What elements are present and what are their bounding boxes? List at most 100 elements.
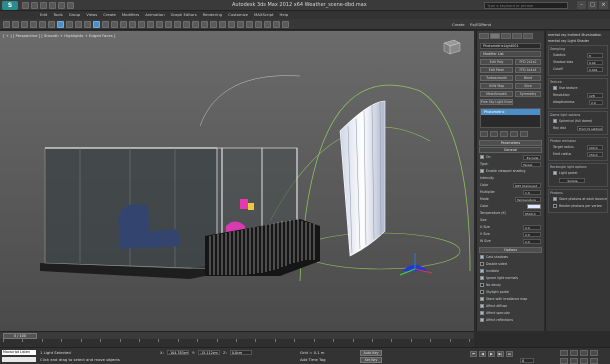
undo-icon[interactable] <box>49 2 56 9</box>
motion-tab-icon[interactable] <box>512 33 522 39</box>
option-checkbox[interactable] <box>480 318 484 322</box>
field-of-view-icon[interactable] <box>560 358 568 364</box>
wsize-spinner[interactable]: 2.0 <box>523 238 541 244</box>
render-preset-button[interactable]: Fix/EDRend <box>470 21 491 28</box>
menu-views[interactable]: Views <box>86 11 97 19</box>
percent-snap-icon[interactable] <box>174 21 181 28</box>
select-by-name-icon[interactable] <box>66 21 73 28</box>
side-panel-title[interactable]: mental ray Indirect Illumination <box>548 33 608 37</box>
configure-sets-icon[interactable] <box>520 131 528 137</box>
subdivs-spinner[interactable]: 8 <box>587 52 603 58</box>
menu-rendering[interactable]: Rendering <box>203 11 222 19</box>
display-tab-icon[interactable] <box>523 33 533 39</box>
unlink-icon[interactable] <box>30 21 37 28</box>
search-input[interactable]: Type a keyword or phrase <box>484 2 568 9</box>
resolution-spinner[interactable]: 128 <box>587 92 603 98</box>
new-file-icon[interactable] <box>22 2 29 9</box>
modify-tab-icon[interactable] <box>490 33 500 39</box>
option-checkbox[interactable] <box>480 262 484 266</box>
select-scale-icon[interactable] <box>111 21 118 28</box>
select-rotate-icon[interactable] <box>102 21 109 28</box>
option-checkbox[interactable] <box>480 297 484 301</box>
simple-button[interactable]: Simple <box>559 177 585 183</box>
target-radius-spinner[interactable]: 100.0 <box>587 144 603 150</box>
color-swatch[interactable] <box>527 203 541 209</box>
zoom-extents-all-icon[interactable] <box>590 350 598 356</box>
type-dropdown[interactable]: Target <box>521 161 541 167</box>
pan-icon[interactable] <box>570 358 578 364</box>
z-coordinate-field[interactable]: 0.0cm <box>229 350 252 355</box>
set-key-button[interactable]: Set Key <box>360 357 382 363</box>
zoom-icon[interactable] <box>560 350 568 356</box>
side-panel-subtitle[interactable]: mental ray Light Shader <box>548 39 608 43</box>
pivot-center-icon[interactable] <box>129 21 136 28</box>
mode-dropdown[interactable]: Temperature <box>515 196 541 202</box>
window-crossing-icon[interactable] <box>84 21 91 28</box>
modifier-button[interactable]: Edit Poly <box>480 59 513 65</box>
open-file-icon[interactable] <box>31 2 38 9</box>
x-coordinate-field[interactable]: -104.783cm <box>166 350 189 355</box>
rectangular-selection-icon[interactable] <box>75 21 82 28</box>
option-checkbox[interactable] <box>480 255 484 259</box>
emit-radius-spinner[interactable]: 150.0 <box>587 151 603 157</box>
modifier-button[interactable]: Free Sky Light Illum <box>480 99 513 105</box>
play-button[interactable]: ▶ <box>488 351 495 357</box>
menu-maxscript[interactable]: MAXScript <box>254 11 274 19</box>
previous-frame-button[interactable]: ◀ <box>479 351 486 357</box>
modifier-button[interactable]: FFD 2x2x2 <box>515 59 541 65</box>
undo-icon[interactable] <box>3 21 10 28</box>
option-checkbox[interactable] <box>480 290 484 294</box>
render-setup-icon[interactable] <box>264 21 271 28</box>
hierarchy-tab-icon[interactable] <box>501 33 511 39</box>
remove-modifier-icon[interactable] <box>510 131 518 137</box>
y-coordinate-field[interactable]: -15.112cm <box>198 350 220 355</box>
maxscript-listener[interactable]: Maxscript Listen <box>2 350 36 355</box>
zoom-extents-icon[interactable] <box>580 350 588 356</box>
maximize-viewport-icon[interactable] <box>590 358 598 364</box>
select-move-icon[interactable] <box>93 21 100 28</box>
angle-snap-icon[interactable] <box>165 21 172 28</box>
modifier-button[interactable]: Edit Mesh <box>480 67 513 73</box>
next-frame-button[interactable]: ▶| <box>497 351 504 357</box>
redo-icon[interactable] <box>12 21 19 28</box>
maxscript-input[interactable] <box>2 357 36 362</box>
option-checkbox[interactable] <box>480 311 484 315</box>
pin-stack-icon[interactable] <box>480 131 488 137</box>
goto-start-button[interactable]: ⏮ <box>470 351 477 357</box>
save-file-icon[interactable] <box>40 2 47 9</box>
modifier-list-dropdown[interactable]: Modifier List <box>480 51 541 57</box>
option-checkbox[interactable] <box>480 283 484 287</box>
make-unique-icon[interactable] <box>500 131 508 137</box>
shadow-bias-spinner[interactable]: 0.02 <box>587 59 603 65</box>
spinner-snap-icon[interactable] <box>183 21 190 28</box>
cutoff-spinner[interactable]: 0.001 <box>587 66 603 72</box>
add-time-tag-button[interactable]: Add Time Tag <box>300 357 325 362</box>
rollout-options[interactable]: Options <box>479 247 542 253</box>
snaps-toggle-icon[interactable] <box>156 21 163 28</box>
goto-end-button[interactable]: ⏭ <box>506 351 513 357</box>
modifier-button[interactable]: Slice <box>515 83 541 89</box>
keyboard-shortcut-icon[interactable] <box>147 21 154 28</box>
select-object-icon[interactable] <box>57 21 64 28</box>
reference-coordinate-icon[interactable] <box>120 21 127 28</box>
multiplier-spinner[interactable]: 1.0 <box>523 189 541 195</box>
link-icon[interactable] <box>21 21 28 28</box>
menu-graph-editors[interactable]: Graph Editors <box>171 11 197 19</box>
usize-spinner[interactable]: 2.0 <box>523 224 541 230</box>
modifier-button[interactable]: Symmetry <box>515 91 541 97</box>
show-end-result-icon[interactable] <box>490 131 498 137</box>
modifier-button[interactable]: MeshSmooth <box>480 91 513 97</box>
redo-icon[interactable] <box>58 2 65 9</box>
rollout-general[interactable]: General <box>479 147 542 153</box>
rendered-frame-icon[interactable] <box>273 21 280 28</box>
mirror-icon[interactable] <box>201 21 208 28</box>
modifier-button[interactable]: UVW Map <box>480 83 513 89</box>
modifier-button[interactable]: Turbosmooth <box>480 75 513 81</box>
rollout-parameters[interactable]: Parameters <box>479 140 542 146</box>
store-photons-checkbox[interactable] <box>553 197 557 201</box>
bind-space-warp-icon[interactable] <box>39 21 46 28</box>
modifier-button[interactable]: FFD 4x4x4 <box>515 67 541 73</box>
layer-manager-icon[interactable] <box>219 21 226 28</box>
graphite-ribbon-icon[interactable] <box>228 21 235 28</box>
track-bar[interactable] <box>0 339 474 347</box>
